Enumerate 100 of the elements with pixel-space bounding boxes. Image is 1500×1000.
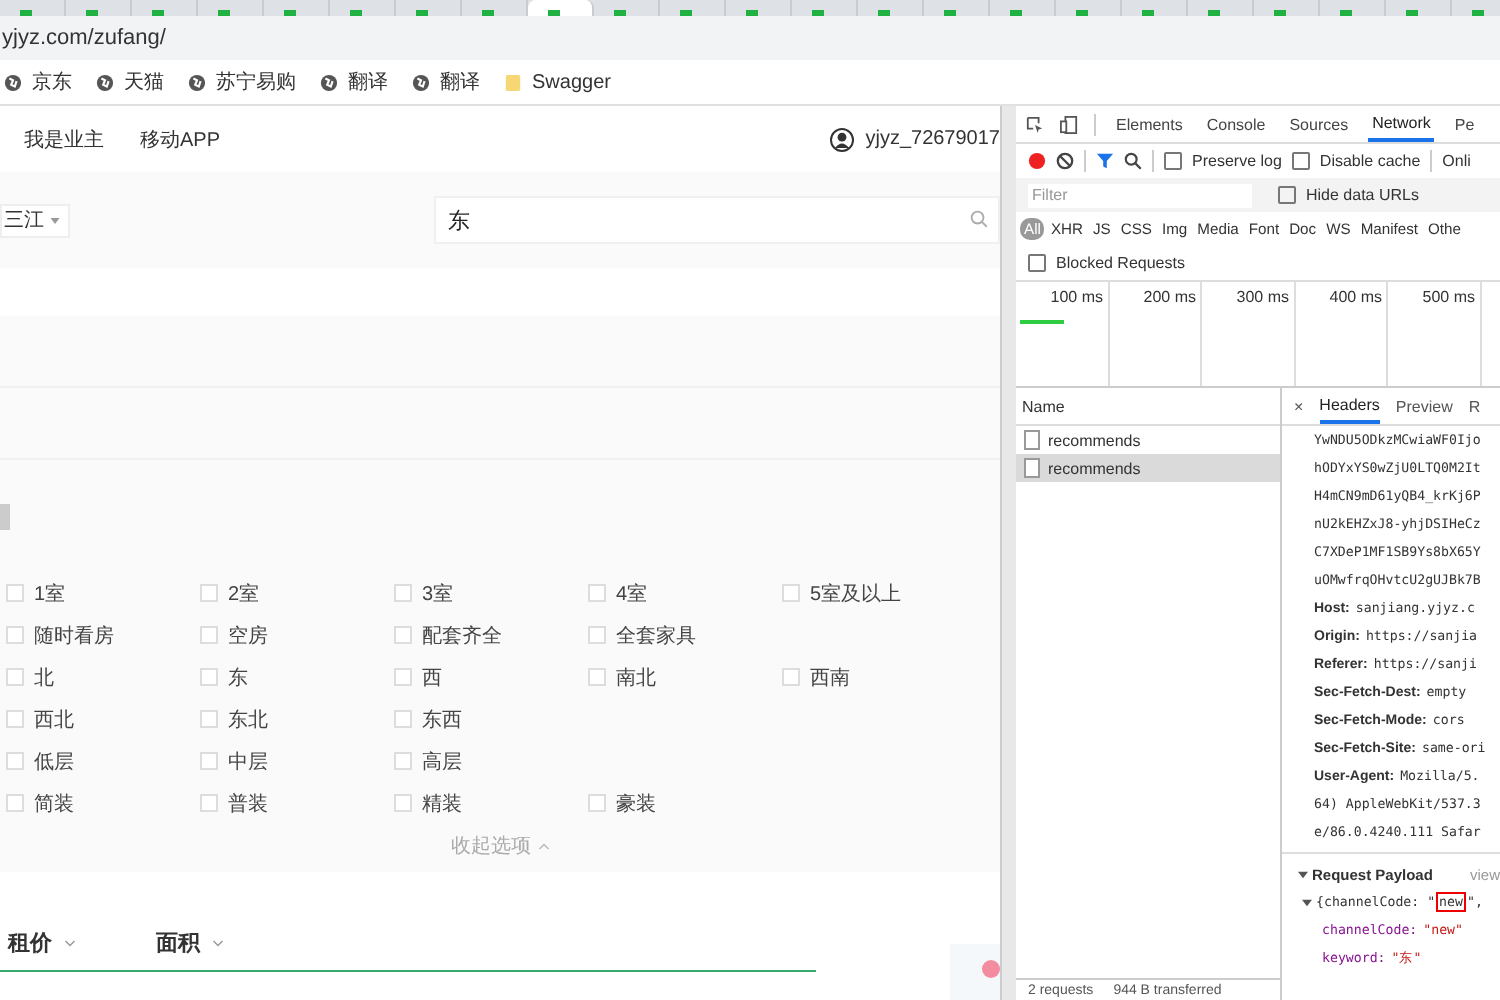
nav-link[interactable]: 我是业主 — [24, 125, 104, 153]
favicon-icon — [680, 10, 692, 16]
bookmark[interactable]: 京东 — [4, 68, 72, 96]
favicon-icon — [548, 10, 560, 16]
favicon-icon — [944, 10, 956, 16]
chevron-up-icon — [537, 842, 549, 850]
option-label: 随时看房 — [34, 623, 114, 649]
request-row[interactable]: recommends — [1016, 454, 1280, 482]
option-label: 东西 — [422, 707, 462, 733]
search-icon — [970, 210, 988, 228]
favicon-icon — [1010, 10, 1022, 16]
favicon-icon — [1472, 10, 1484, 16]
option-label: 西北 — [34, 707, 74, 733]
scroll-arrow-button[interactable] — [0, 503, 10, 529]
checkbox-label: Preserve log — [1192, 152, 1282, 170]
option-label: 1室 — [34, 581, 66, 607]
checkbox[interactable] — [1278, 186, 1296, 204]
address-bar[interactable]: yjyz.com/zufang/ — [0, 16, 1500, 60]
favicon-icon — [416, 10, 428, 16]
bookmark[interactable]: Swagger — [504, 71, 611, 93]
devtools-tab[interactable]: Console — [1202, 106, 1270, 142]
record-icon[interactable] — [1028, 152, 1046, 170]
chevron-down-icon — [212, 939, 224, 947]
caret-icon — [50, 217, 60, 223]
option-label: 南北 — [616, 665, 656, 691]
checkbox-label: Disable cache — [1319, 152, 1421, 170]
clear-icon[interactable] — [1056, 152, 1074, 170]
option-label: 豪装 — [616, 791, 656, 817]
inspect-icon[interactable] — [1026, 115, 1044, 133]
nav-link[interactable]: 移动APP — [140, 125, 221, 153]
checkbox[interactable] — [1028, 254, 1046, 272]
option-label: 2室 — [228, 581, 260, 607]
bookmark[interactable]: 天猫 — [96, 68, 164, 96]
option-label: 高层 — [422, 749, 462, 775]
option-label: 配套齐全 — [422, 623, 502, 649]
favicon-icon — [1274, 10, 1286, 16]
tick-label: 300 ms — [1236, 288, 1289, 306]
checkbox[interactable] — [1291, 152, 1310, 170]
sort-tab[interactable]: 租价 — [8, 928, 76, 958]
option-label: 4室 — [616, 581, 648, 607]
favicon-icon — [152, 10, 164, 16]
username: yjyz_72679017 — [865, 128, 1000, 150]
devtools-tab[interactable]: Elements — [1112, 106, 1187, 142]
option-label: 低层 — [34, 749, 74, 775]
detail-tab[interactable]: Headers — [1319, 388, 1380, 424]
bookmark[interactable]: 翻译 — [412, 68, 480, 96]
option-label: 西 — [422, 665, 442, 691]
option-label: 东 — [228, 665, 248, 691]
filter-icon[interactable] — [1096, 152, 1114, 170]
bookmark[interactable]: 翻译 — [320, 68, 388, 96]
close-button[interactable]: × — [1294, 388, 1304, 424]
favicon-icon — [878, 10, 890, 16]
chevron-down-icon — [64, 939, 76, 947]
option-label: 空房 — [228, 623, 268, 649]
option-label: 简装 — [34, 791, 74, 817]
floating-widget[interactable] — [950, 944, 1000, 1000]
favicon-icon — [482, 10, 494, 16]
favicon-icon — [1208, 10, 1220, 16]
favicon-icon — [284, 10, 296, 16]
favicon-icon — [1142, 10, 1154, 16]
expand-triangle-icon[interactable] — [1298, 869, 1308, 879]
favicon-icon — [86, 10, 98, 16]
folder-icon — [504, 73, 522, 91]
option-label: 东北 — [228, 707, 268, 733]
search-icon[interactable] — [1124, 152, 1142, 170]
checkbox[interactable] — [1164, 152, 1182, 170]
detail-tab[interactable]: Preview — [1395, 388, 1453, 424]
tick-label: 400 ms — [1329, 288, 1382, 306]
expand-triangle-icon[interactable] — [1302, 897, 1312, 907]
search-field[interactable]: 东 — [434, 196, 1000, 244]
tick-label: 100 ms — [1050, 288, 1103, 306]
option-label: 精装 — [422, 791, 462, 817]
avatar-icon — [829, 127, 854, 151]
option-label: 北 — [34, 665, 54, 691]
tick-label: 200 ms — [1143, 288, 1196, 306]
sort-tab[interactable]: 面积 — [156, 928, 224, 958]
favicon-icon — [746, 10, 758, 16]
bookmark[interactable]: 苏宁易购 — [188, 68, 296, 96]
devtools-tab[interactable]: Sources — [1285, 106, 1353, 142]
devtools-tab[interactable]: Pe — [1450, 106, 1479, 142]
option-label: 3室 — [422, 581, 454, 607]
favicon-icon — [1076, 10, 1088, 16]
detail-tab[interactable]: R — [1468, 388, 1481, 424]
favicon-icon — [812, 10, 824, 16]
request-row[interactable]: recommends — [1016, 426, 1280, 454]
timeline-bar — [1020, 320, 1064, 323]
device-icon[interactable] — [1060, 115, 1078, 133]
city-select[interactable]: 三江 — [0, 203, 70, 237]
filter-field[interactable]: Filter — [1028, 183, 1252, 207]
favicon-icon — [614, 10, 626, 16]
devtools-tab[interactable]: Network — [1368, 106, 1435, 142]
option-label: 全套家具 — [616, 623, 696, 649]
option-label: 中层 — [228, 749, 268, 775]
favicon-icon — [1340, 10, 1352, 16]
browser-tab[interactable] — [528, 0, 594, 16]
checkbox-label: Blocked Requests — [1056, 254, 1185, 272]
column-header: Name — [1016, 388, 1280, 426]
favicon-icon — [350, 10, 362, 16]
throttle-select[interactable]: Onli — [1442, 152, 1471, 170]
tick-label: 500 ms — [1422, 288, 1475, 306]
